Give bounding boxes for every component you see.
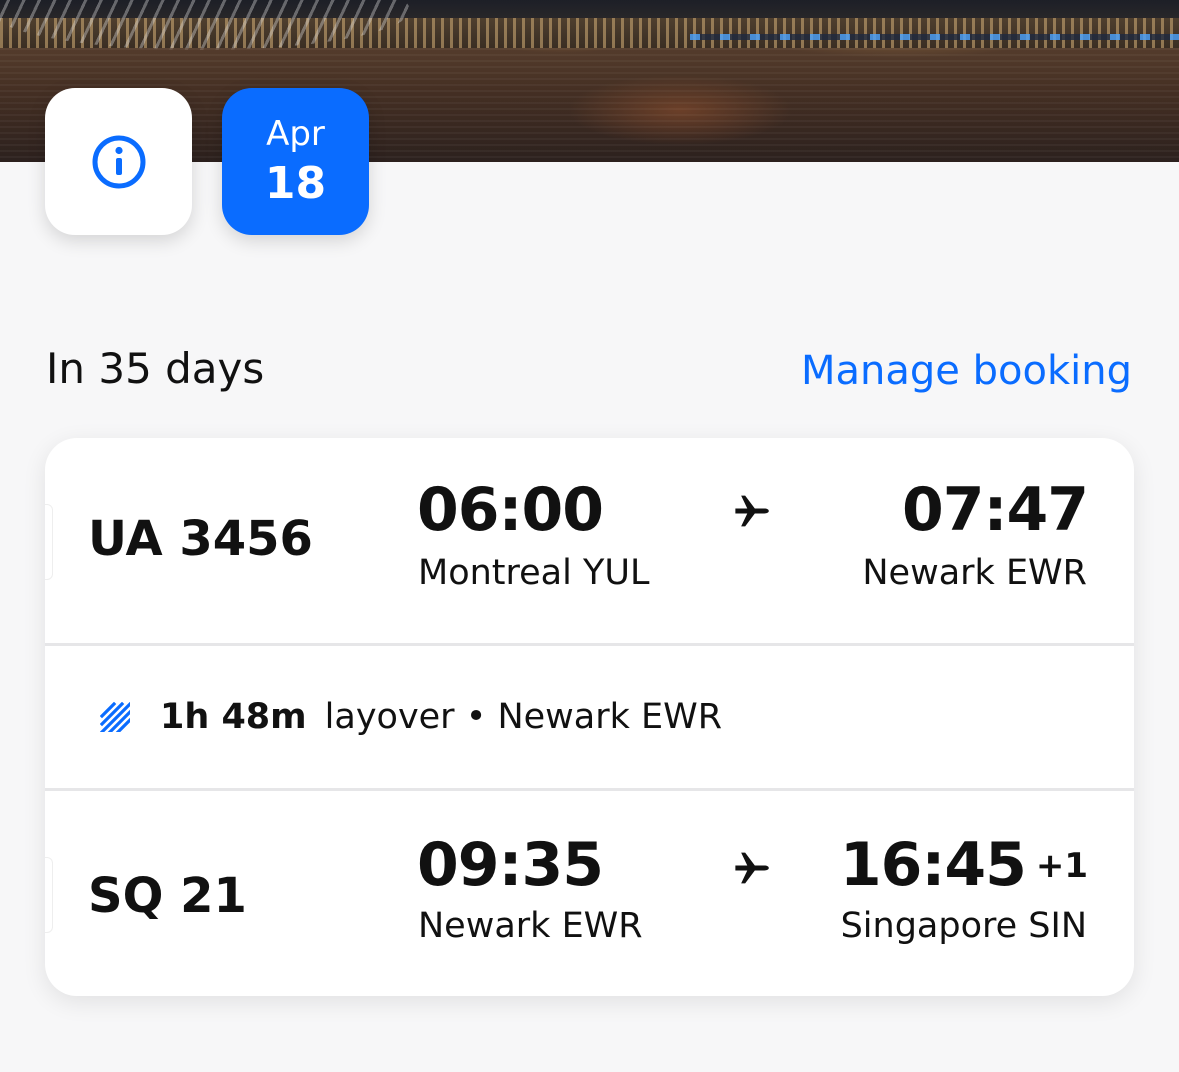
layover-label: layover • Newark EWR bbox=[324, 697, 723, 737]
trip-countdown: In 35 days bbox=[46, 344, 265, 393]
departure-time: 09:35 bbox=[417, 830, 604, 900]
arrival-time: 07:47 bbox=[902, 475, 1089, 545]
layover-duration: 1h 48m bbox=[160, 697, 307, 737]
arrival-time: 16:45 +1 bbox=[840, 831, 1088, 900]
itinerary-card[interactable]: UA 3456 06:00 Montreal YUL 07:47 Newark … bbox=[45, 438, 1134, 996]
segment-edge-marker bbox=[45, 857, 53, 933]
flight-segment[interactable]: SQ 21 09:35 Newark EWR 16:45 +1 Singapore… bbox=[45, 791, 1134, 996]
info-icon bbox=[92, 135, 145, 188]
airplane-icon bbox=[735, 495, 769, 527]
flight-segment[interactable]: UA 3456 06:00 Montreal YUL 07:47 Newark … bbox=[45, 438, 1134, 643]
manage-booking-link[interactable]: Manage booking bbox=[801, 345, 1132, 397]
flight-number: UA 3456 bbox=[88, 511, 313, 567]
layover-text: 1h 48m layover • Newark EWR bbox=[160, 694, 722, 740]
flight-number: SQ 21 bbox=[88, 868, 247, 924]
date-badge[interactable]: Apr 18 bbox=[222, 88, 369, 235]
next-day-indicator: +1 bbox=[1035, 846, 1088, 886]
departure-airport: Montreal YUL bbox=[418, 553, 650, 593]
date-month: Apr bbox=[266, 113, 325, 154]
airplane-icon bbox=[735, 852, 769, 884]
arrival-time-value: 07:47 bbox=[902, 475, 1089, 545]
info-button[interactable] bbox=[45, 88, 192, 235]
arrival-airport: Singapore SIN bbox=[840, 906, 1087, 946]
arrival-time-value: 16:45 bbox=[839, 830, 1027, 900]
date-day: 18 bbox=[264, 157, 327, 209]
departure-time: 06:00 bbox=[417, 475, 604, 545]
layover-hatch-icon bbox=[100, 702, 130, 732]
hero-bridge bbox=[690, 34, 1179, 40]
segment-edge-marker bbox=[45, 504, 53, 580]
layover-row: 1h 48m layover • Newark EWR bbox=[45, 646, 1134, 788]
arrival-airport: Newark EWR bbox=[862, 553, 1087, 593]
departure-airport: Newark EWR bbox=[418, 906, 643, 946]
